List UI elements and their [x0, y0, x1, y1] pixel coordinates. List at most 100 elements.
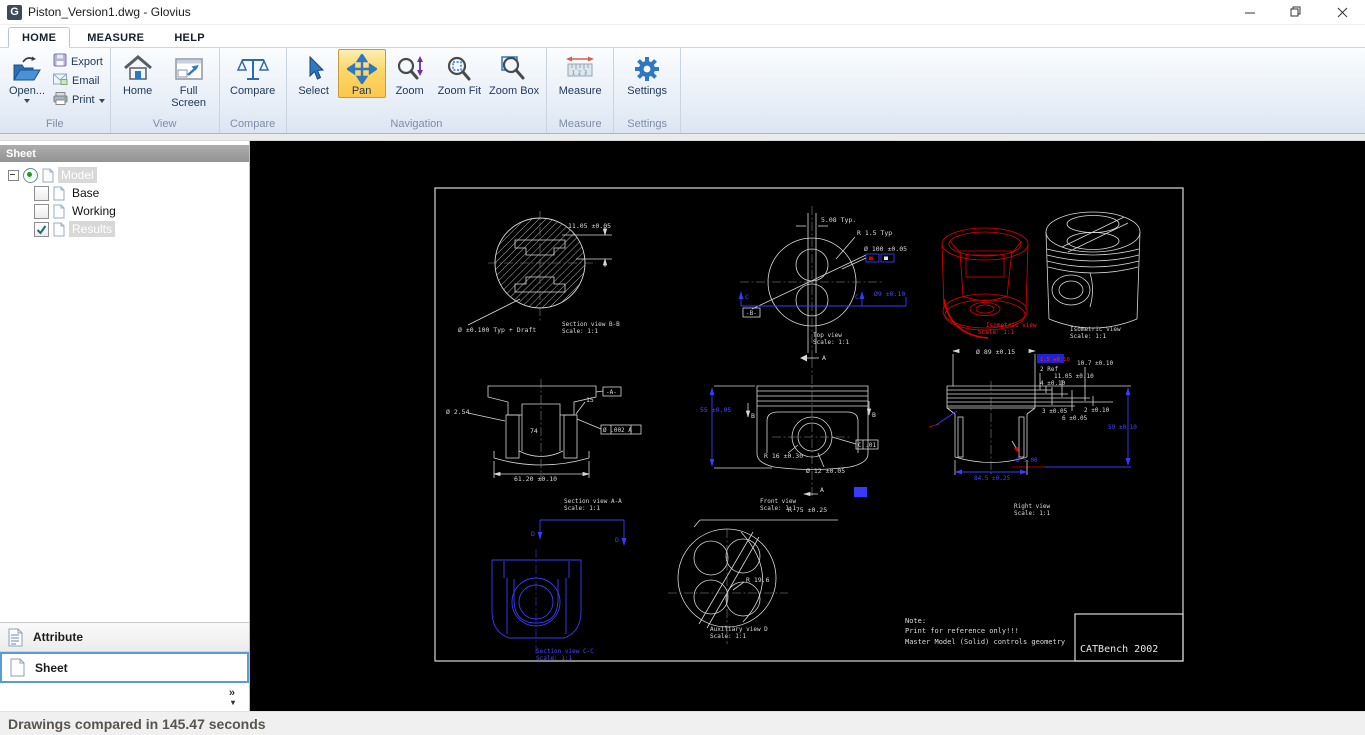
tab-home[interactable]: HOME	[8, 27, 71, 48]
group-label-compare: Compare	[230, 118, 276, 130]
svg-text:6 ±0.05: 6 ±0.05	[1062, 415, 1088, 422]
print-button[interactable]: Print	[53, 91, 105, 107]
sheet-panel-label: Sheet	[35, 660, 68, 675]
svg-text:Ø 12 ±0.05: Ø 12 ±0.05	[806, 467, 845, 475]
attribute-panel-label: Attribute	[33, 630, 83, 644]
svg-text:59 ±0.10: 59 ±0.10	[1108, 424, 1137, 431]
svg-text:2 Ref: 2 Ref	[1040, 366, 1058, 373]
drawing-canvas[interactable]: 11.05 ±0.05 Ø ±0.100 Typ + Draft Section…	[250, 141, 1365, 711]
svg-text:Ø ±0.100 Typ + Draft: Ø ±0.100 Typ + Draft	[458, 326, 536, 334]
results-visibility-checkbox[interactable]	[34, 221, 49, 237]
status-message: Drawings compared in 145.47 seconds	[8, 715, 266, 732]
zoom-box-button-label: Zoom Box	[489, 85, 540, 97]
settings-gear-icon	[632, 53, 662, 85]
full-screen-icon	[174, 53, 204, 85]
page-icon	[53, 222, 65, 237]
tree-item-results[interactable]: Results	[0, 220, 249, 238]
zoom-button[interactable]: Zoom	[386, 49, 434, 98]
sheet-tree: Model Base Working Results	[0, 162, 249, 238]
svg-text:-A-: -A-	[606, 389, 617, 396]
svg-text:C .01: C .01	[858, 442, 876, 449]
svg-text:3 ±0.05: 3 ±0.05	[1042, 408, 1068, 415]
measure-button[interactable]: 1 2 3 Measure	[550, 49, 610, 98]
restore-button[interactable]	[1273, 0, 1319, 24]
zoom-icon	[395, 53, 425, 85]
ribbon-group-view: Home Full Screen View	[111, 48, 220, 133]
svg-text:5.08 Typ.: 5.08 Typ.	[821, 216, 856, 224]
zoom-box-button[interactable]: Zoom Box	[485, 49, 543, 98]
open-dropdown-caret[interactable]	[24, 99, 30, 104]
group-label-view: View	[152, 118, 177, 130]
home-icon	[123, 53, 153, 85]
view-top: 5.08 Typ. R 1.5 Typ Ø 100 ±0.05 C C Ø9 ±…	[738, 206, 907, 362]
svg-text:Ø 100 ±0.05: Ø 100 ±0.05	[864, 245, 907, 253]
svg-text:Scale: 1:1: Scale: 1:1	[1014, 510, 1051, 517]
base-visibility-checkbox[interactable]	[34, 185, 49, 201]
status-bar: Drawings compared in 145.47 seconds	[0, 711, 1365, 735]
svg-text:Isometric view: Isometric view	[1070, 326, 1121, 333]
tab-help[interactable]: HELP	[161, 28, 218, 47]
ribbon-group-compare: Compare Compare	[220, 48, 287, 133]
svg-text:Auxiliary view D: Auxiliary view D	[710, 626, 768, 633]
full-screen-button[interactable]: Full Screen	[162, 49, 216, 110]
svg-text:Ø 89 ±0.15: Ø 89 ±0.15	[976, 348, 1015, 356]
group-label-settings: Settings	[627, 118, 668, 130]
close-button[interactable]	[1319, 0, 1365, 24]
svg-text:Scale: 1:1: Scale: 1:1	[813, 339, 850, 346]
svg-text:A: A	[820, 486, 824, 494]
zoom-fit-button[interactable]: Zoom Fit	[434, 49, 485, 98]
svg-text:R 16 ±0.30: R 16 ±0.30	[764, 452, 803, 460]
svg-text:CATBench 2002: CATBench 2002	[1080, 644, 1158, 655]
email-button[interactable]: Email	[53, 73, 105, 88]
svg-text:Print for reference only!!!: Print for reference only!!!	[905, 627, 1019, 635]
svg-text:84.5 ±0.25: 84.5 ±0.25	[974, 475, 1011, 482]
svg-text:1.5 ±0.10: 1.5 ±0.10	[1040, 357, 1070, 363]
settings-button-label: Settings	[627, 85, 668, 97]
attribute-panel-button[interactable]: Attribute	[0, 622, 249, 652]
export-button[interactable]: Export	[53, 53, 105, 69]
ribbon-divider	[0, 134, 1365, 141]
svg-text:Isometric view: Isometric view	[986, 322, 1037, 329]
compare-button[interactable]: Compare	[223, 49, 283, 98]
print-dropdown-caret[interactable]	[98, 98, 105, 103]
group-label-file: File	[45, 118, 64, 130]
sidebar-empty-space	[0, 238, 249, 622]
compare-scales-icon	[236, 53, 270, 85]
svg-text:55 ±0.05: 55 ±0.05	[700, 406, 731, 414]
svg-text:61.20 ±0.10: 61.20 ±0.10	[514, 475, 557, 483]
tab-measure[interactable]: MEASURE	[74, 28, 157, 47]
svg-text:B: B	[872, 411, 876, 419]
chevron-right-icon: »	[228, 686, 235, 699]
svg-text:-B-: -B-	[746, 310, 757, 317]
collapse-icon[interactable]	[8, 169, 19, 181]
open-button[interactable]: Open...	[3, 49, 51, 104]
svg-text:A: A	[822, 354, 826, 362]
selected-annotation-box[interactable]	[854, 487, 867, 497]
panel-overflow-button[interactable]: » ▾	[0, 683, 249, 711]
minimize-button[interactable]	[1227, 0, 1273, 24]
select-button[interactable]: Select	[290, 49, 338, 98]
title-block: CATBench 2002	[1074, 613, 1184, 662]
svg-text:11.05 ±0.10: 11.05 ±0.10	[1054, 373, 1094, 380]
tree-item-base[interactable]: Base	[0, 184, 249, 202]
sheet-panel-button[interactable]: Sheet	[0, 652, 249, 683]
svg-text:Right view: Right view	[1014, 503, 1051, 510]
working-visibility-checkbox[interactable]	[34, 203, 49, 219]
chevron-down-icon: ▾	[230, 697, 235, 707]
home-view-button[interactable]: Home	[114, 49, 162, 98]
tree-item-working[interactable]: Working	[0, 202, 249, 220]
sheet-icon	[10, 658, 26, 677]
pan-button[interactable]: Pan	[337, 49, 386, 99]
svg-text:Scale: 1:1: Scale: 1:1	[710, 633, 747, 640]
svg-text:Ø9 ±0.10: Ø9 ±0.10	[874, 290, 905, 298]
svg-text:R 19.6: R 19.6	[746, 576, 770, 584]
model-radio[interactable]	[23, 167, 38, 183]
ribbon-group-file: Open... Export Email Print File	[0, 48, 111, 133]
settings-button[interactable]: Settings	[617, 49, 677, 98]
home-button-label: Home	[122, 85, 153, 97]
open-button-label: Open...	[8, 85, 46, 97]
tree-item-model[interactable]: Model	[0, 166, 249, 184]
view-right: Ø 89 ±0.15 1.5 ±0.10 2 Ref 10.7 ±0.10 11…	[928, 348, 1137, 517]
app-icon: G	[7, 4, 22, 20]
email-icon	[53, 73, 68, 88]
